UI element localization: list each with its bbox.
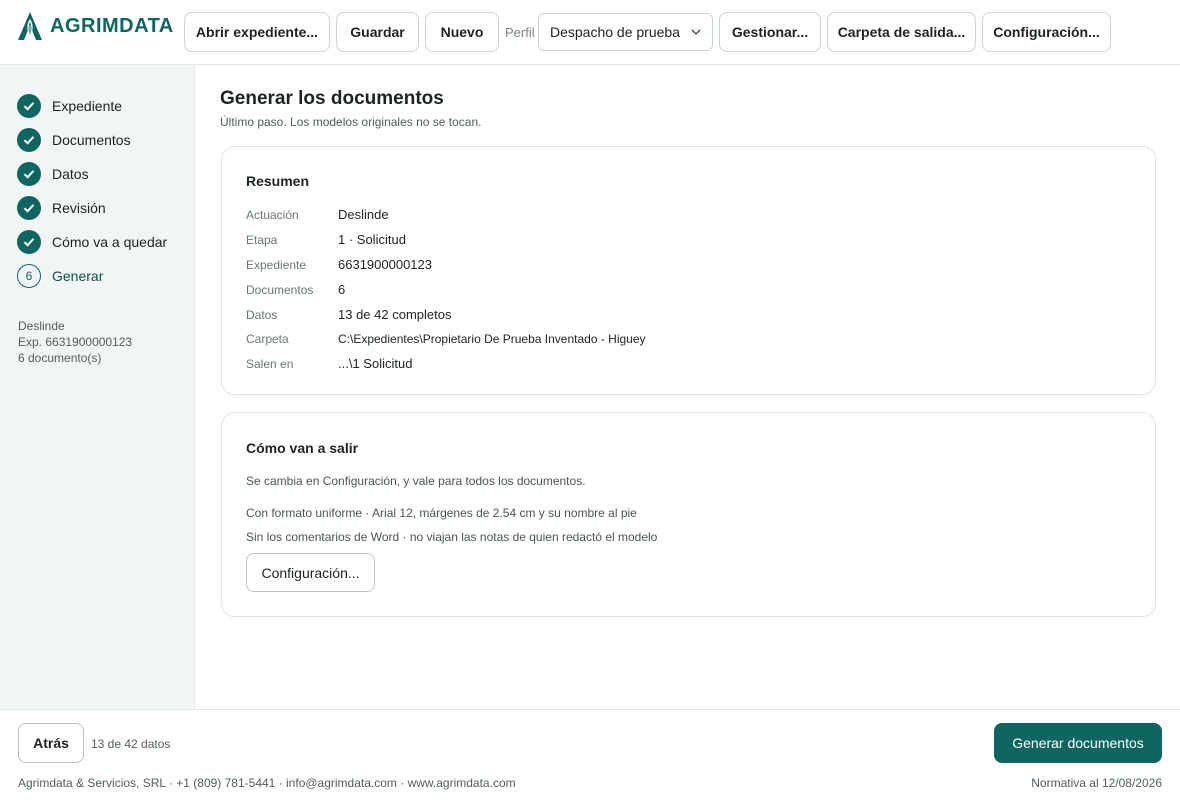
step-expediente[interactable]: Expediente (17, 94, 122, 118)
summary-value: ...\1 Solicitud (338, 356, 413, 371)
summary-key: Salen en (246, 357, 294, 371)
generate-documents-button[interactable]: Generar documentos (994, 723, 1162, 763)
normativa-date: Normativa al 12/08/2026 (1031, 776, 1162, 790)
check-icon (17, 94, 41, 118)
open-file-button[interactable]: Abrir expediente... (184, 12, 330, 52)
step-como-va-a-quedar[interactable]: Cómo va a quedar (17, 230, 167, 254)
output-card: Cómo van a salir Se cambia en Configurac… (221, 412, 1156, 617)
page-subtitle: Último paso. Los modelos originales no s… (220, 115, 482, 129)
case-number: Exp. 6631900000123 (18, 335, 133, 349)
step-documentos[interactable]: Documentos (17, 128, 131, 152)
output-folder-button[interactable]: Carpeta de salida... (827, 12, 976, 52)
output-settings-button[interactable]: Configuración... (246, 553, 375, 592)
app-logo: AGRIMDATA (17, 11, 174, 41)
logo-mark-icon (18, 12, 42, 40)
profile-select[interactable]: Despacho de prueba (538, 13, 713, 51)
summary-value: 1 · Solicitud (338, 232, 406, 247)
case-info: Deslinde Exp. 6631900000123 6 documento(… (18, 318, 132, 366)
summary-title: Resumen (246, 173, 310, 189)
summary-value: 6 (338, 282, 346, 297)
step-revision[interactable]: Revisión (17, 196, 106, 220)
case-doc-count: 6 documento(s) (18, 351, 102, 365)
step-label: Revisión (52, 200, 106, 216)
footer-bar: Atrás 13 de 42 datos Generar documentos … (0, 709, 1180, 800)
summary-key: Carpeta (246, 332, 289, 346)
profile-label: Perfil (505, 25, 535, 40)
case-type: Deslinde (18, 319, 65, 333)
summary-value: 13 de 42 completos (338, 307, 452, 322)
summary-key: Actuación (246, 208, 299, 222)
summary-key: Datos (246, 308, 278, 322)
summary-key: Etapa (246, 233, 278, 247)
company-info: Agrimdata & Servicios, SRL · +1 (809) 78… (18, 776, 516, 790)
brand-name: AGRIMDATA (50, 14, 174, 37)
output-comments-line: Sin los comentarios de Word · no viajan … (246, 530, 658, 544)
step-label: Generar (52, 268, 104, 284)
page-title: Generar los documentos (220, 88, 444, 109)
summary-key: Documentos (246, 283, 314, 297)
step-number: 6 (17, 264, 41, 288)
step-datos[interactable]: Datos (17, 162, 89, 186)
step-label: Documentos (52, 132, 131, 148)
summary-value: C:\Expedientes\Propietario De Prueba Inv… (338, 332, 646, 346)
step-label: Expediente (52, 98, 123, 114)
check-icon (17, 128, 41, 152)
manage-button[interactable]: Gestionar... (719, 12, 821, 52)
steps-sidebar: Expediente Documentos Datos Revisión Cóm… (0, 65, 195, 710)
chevron-down-icon (691, 29, 701, 35)
summary-key: Expediente (246, 258, 307, 272)
settings-button[interactable]: Configuración... (982, 12, 1111, 52)
output-title: Cómo van a salir (246, 440, 359, 456)
summary-value: Deslinde (338, 207, 389, 222)
step-label: Datos (52, 166, 89, 182)
new-button[interactable]: Nuevo (425, 12, 499, 52)
step-generar[interactable]: 6 Generar (17, 264, 103, 288)
summary-value: 6631900000123 (338, 257, 432, 272)
summary-card: Resumen Actuación Deslinde Etapa 1 · Sol… (221, 146, 1156, 395)
back-button[interactable]: Atrás (18, 723, 84, 763)
step-label: Cómo va a quedar (52, 234, 168, 250)
output-note: Se cambia en Configuración, y vale para … (246, 474, 586, 488)
save-button[interactable]: Guardar (336, 12, 419, 52)
check-icon (17, 230, 41, 254)
top-toolbar: AGRIMDATA Abrir expediente... Guardar Nu… (0, 0, 1180, 65)
progress-text: 13 de 42 datos (91, 737, 171, 751)
check-icon (17, 196, 41, 220)
check-icon (17, 162, 41, 186)
profile-select-value: Despacho de prueba (550, 24, 680, 40)
output-format-line: Con formato uniforme · Arial 12, márgene… (246, 506, 637, 520)
